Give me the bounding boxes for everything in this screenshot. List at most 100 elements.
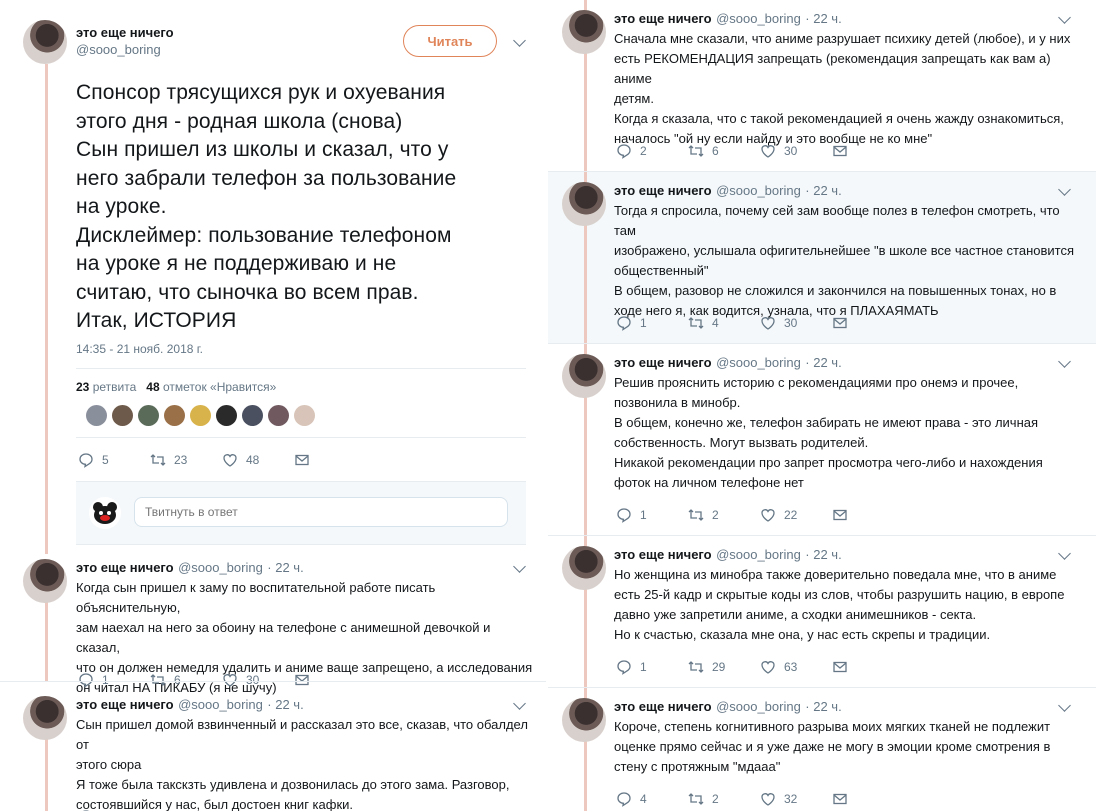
retweet-action[interactable]: 2 xyxy=(688,791,730,807)
like-action[interactable]: 22 xyxy=(760,507,802,523)
tweet-time[interactable]: · 22 ч. xyxy=(805,11,841,26)
author-handle[interactable]: @sooo_boring xyxy=(716,183,801,198)
reply-tweet[interactable]: это еще ничего @sooo_boring · 22 ч. Коро… xyxy=(548,688,1096,811)
like-action[interactable]: 63 xyxy=(760,659,802,675)
tweet-time[interactable]: · 22 ч. xyxy=(805,355,841,370)
tweet-time[interactable]: · 22 ч. xyxy=(805,547,841,562)
like-count: 22 xyxy=(784,508,798,522)
dm-action[interactable] xyxy=(832,791,856,807)
reply-action[interactable]: 1 xyxy=(616,315,658,331)
reply-tweet[interactable]: это еще ничего @sooo_boring · 22 ч. Тогд… xyxy=(548,172,1096,344)
chevron-down-icon[interactable] xyxy=(1058,11,1071,24)
author-name[interactable]: это еще ничего xyxy=(614,547,712,562)
chevron-down-icon[interactable] xyxy=(1058,547,1071,560)
author-handle[interactable]: @sooo_boring xyxy=(716,547,801,562)
follow-button[interactable]: Читать xyxy=(403,25,497,57)
reply-tweet[interactable]: это еще ничего @sooo_boring · 22 ч. Когд… xyxy=(0,545,546,695)
liker-avatar[interactable] xyxy=(268,405,289,426)
reply-action[interactable]: 2 xyxy=(616,143,658,159)
reply-tweet[interactable]: это еще ничего @sooo_boring · 22 ч. Но ж… xyxy=(548,536,1096,688)
dm-action[interactable] xyxy=(294,452,318,468)
tweet-time[interactable]: · 22 ч. xyxy=(805,183,841,198)
retweet-action[interactable]: 2 xyxy=(688,507,730,523)
reply-tweet[interactable]: это еще ничего @sooo_boring · 22 ч. Реши… xyxy=(548,344,1096,536)
liker-avatar[interactable] xyxy=(294,405,315,426)
reply-action[interactable]: 1 xyxy=(616,659,658,675)
envelope-icon xyxy=(833,317,847,329)
reply-input[interactable] xyxy=(134,497,508,527)
tweet-text-line: оценке прямо сейчас и я уже даже не могу… xyxy=(614,739,1051,754)
thread-line xyxy=(45,64,48,554)
author-handle[interactable]: @sooo_boring xyxy=(178,560,263,575)
dm-action[interactable] xyxy=(832,315,856,331)
like-action[interactable]: 48 xyxy=(222,452,264,468)
chevron-down-icon[interactable] xyxy=(513,560,526,573)
like-action[interactable]: 30 xyxy=(760,315,802,331)
avatar[interactable] xyxy=(562,546,606,590)
author-handle[interactable]: @sooo_boring xyxy=(716,11,801,26)
retweet-icon xyxy=(688,509,704,521)
dm-action[interactable] xyxy=(832,659,856,675)
chevron-down-icon[interactable] xyxy=(513,697,526,710)
tweet-time[interactable]: · 22 ч. xyxy=(267,560,303,575)
reply-tweet[interactable]: это еще ничего @sooo_boring · 22 ч. Сын … xyxy=(0,682,546,811)
engagement-stats: 23 ретвита 48 отметок «Нравится» xyxy=(76,380,276,394)
likes-label[interactable]: отметок «Нравится» xyxy=(163,380,276,394)
like-action[interactable]: 32 xyxy=(760,791,802,807)
retweet-action[interactable]: 6 xyxy=(688,143,730,159)
user-avatar[interactable] xyxy=(89,497,121,529)
tweet-time[interactable]: · 22 ч. xyxy=(805,699,841,714)
tweet-timestamp[interactable]: 14:35 - 21 нояб. 2018 г. xyxy=(76,342,203,356)
tweet-text-line: давно уже запретили аниме, а сходки аним… xyxy=(614,607,977,622)
author-name[interactable]: это еще ничего xyxy=(614,11,712,26)
author-name[interactable]: это еще ничего xyxy=(76,25,174,40)
retweet-action[interactable]: 29 xyxy=(688,659,730,675)
like-count: 30 xyxy=(784,144,798,158)
retweet-action[interactable]: 4 xyxy=(688,315,730,331)
author-handle[interactable]: @sooo_boring xyxy=(716,355,801,370)
author-handle[interactable]: @sooo_boring xyxy=(178,697,263,712)
retweet-action[interactable]: 23 xyxy=(150,452,192,468)
author-handle[interactable]: @sooo_boring xyxy=(76,42,174,57)
reply-action[interactable]: 4 xyxy=(616,791,658,807)
retweets-count[interactable]: 23 xyxy=(76,380,89,394)
chevron-down-icon[interactable] xyxy=(513,34,526,47)
reply-action[interactable]: 1 xyxy=(616,507,658,523)
avatar[interactable] xyxy=(562,182,606,226)
avatar[interactable] xyxy=(562,354,606,398)
author-handle[interactable]: @sooo_boring xyxy=(716,699,801,714)
dm-action[interactable] xyxy=(832,507,856,523)
reply-tweet[interactable]: это еще ничего @sooo_boring · 22 ч. Снач… xyxy=(548,0,1096,172)
author-name[interactable]: это еще ничего xyxy=(76,697,174,712)
dm-action[interactable] xyxy=(832,143,856,159)
liker-avatar[interactable] xyxy=(138,405,159,426)
main-tweet-actions: 5 23 48 xyxy=(78,452,348,468)
retweets-label[interactable]: ретвита xyxy=(93,380,137,394)
avatar[interactable] xyxy=(562,10,606,54)
avatar[interactable] xyxy=(23,559,67,603)
liker-avatar[interactable] xyxy=(216,405,237,426)
chevron-down-icon[interactable] xyxy=(1058,699,1071,712)
avatar[interactable] xyxy=(23,20,67,64)
retweet-count: 29 xyxy=(712,660,726,674)
tweet-text-line: зам наехал на него за обоину на телефоне… xyxy=(76,620,491,655)
likes-count[interactable]: 48 xyxy=(146,380,159,394)
author-name[interactable]: это еще ничего xyxy=(614,183,712,198)
liker-avatar[interactable] xyxy=(190,405,211,426)
chevron-down-icon[interactable] xyxy=(1058,355,1071,368)
retweet-icon xyxy=(150,454,166,466)
author-name[interactable]: это еще ничего xyxy=(614,699,712,714)
author-name[interactable]: это еще ничего xyxy=(614,355,712,370)
tweet-time[interactable]: · 22 ч. xyxy=(267,697,303,712)
avatar[interactable] xyxy=(23,696,67,740)
like-action[interactable]: 30 xyxy=(760,143,802,159)
heart-icon xyxy=(761,145,775,158)
liker-avatar[interactable] xyxy=(164,405,185,426)
liker-avatar[interactable] xyxy=(112,405,133,426)
liker-avatar[interactable] xyxy=(242,405,263,426)
author-name[interactable]: это еще ничего xyxy=(76,560,174,575)
chevron-down-icon[interactable] xyxy=(1058,183,1071,196)
reply-action[interactable]: 5 xyxy=(78,452,120,468)
liker-avatar[interactable] xyxy=(86,405,107,426)
avatar[interactable] xyxy=(562,698,606,742)
